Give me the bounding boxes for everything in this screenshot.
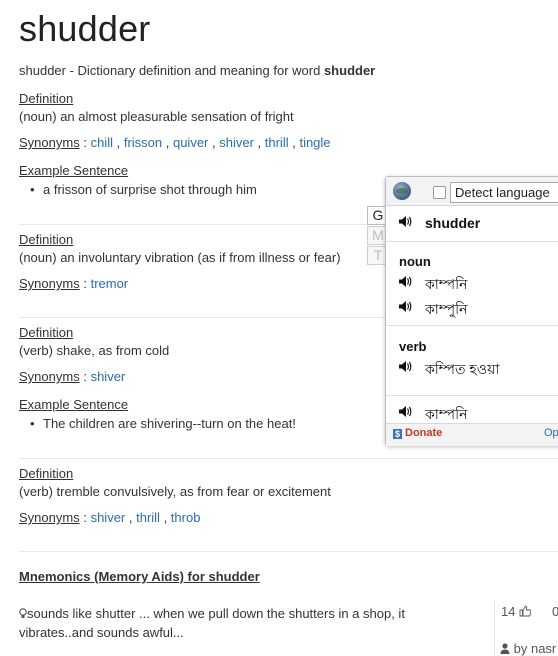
synonyms-row: Synonyms : shiver , thrill , throb (19, 510, 201, 525)
lightbulb-icon (19, 608, 27, 618)
translate-source-word: shudder (425, 215, 481, 231)
popup-divider (386, 325, 558, 326)
page-title: shudder (19, 8, 151, 49)
synonyms-label: Synonyms (19, 135, 80, 150)
definition-text: (verb) shake, as from cold (19, 343, 170, 358)
synonym-link[interactable]: tremor (91, 276, 129, 291)
globe-icon[interactable] (393, 182, 411, 200)
divider (19, 458, 558, 459)
translate-popup: Detect language shudder noun কাম্পনি কাম… (385, 176, 558, 446)
synonym-link[interactable]: shiver (219, 135, 254, 150)
synonym-link[interactable]: thrill (136, 510, 160, 525)
translate-popup-footer: $ Donate Op (386, 423, 558, 446)
synonyms-label: Synonyms (19, 510, 80, 525)
synonym-link[interactable]: quiver (173, 135, 208, 150)
definition-label: Definition (19, 325, 74, 340)
speaker-icon[interactable] (398, 275, 412, 288)
example-sentence: a frisson of surprise shot through him (30, 182, 257, 197)
speaker-icon[interactable] (398, 405, 412, 418)
page-subtitle: shudder - Dictionary definition and mean… (19, 63, 376, 78)
definition-label: Definition (19, 232, 74, 247)
synonyms-row: Synonyms : chill , frisson , quiver , sh… (19, 135, 331, 150)
definition-label: Definition (19, 91, 74, 106)
synonyms-label: Synonyms (19, 369, 80, 384)
donate-icon: $ (393, 429, 402, 439)
example-sentence: The children are shivering--turn on the … (30, 416, 296, 431)
definition-text: (noun) an involuntary vibration (as if f… (19, 250, 341, 265)
translation-item: কাম্পুনি (425, 301, 468, 317)
example-sentence-label: Example Sentence (19, 163, 129, 178)
source-language-select[interactable]: Detect language (450, 182, 558, 203)
synonym-link[interactable]: frisson (124, 135, 162, 150)
donate-link[interactable]: Donate (405, 427, 442, 439)
detect-language-checkbox[interactable] (433, 186, 446, 199)
options-link[interactable]: Op (544, 427, 558, 439)
mnemonics-title: Mnemonics (Memory Aids) for shudder (19, 569, 260, 584)
speaker-icon[interactable] (398, 300, 412, 313)
synonym-link[interactable]: tingle (299, 135, 330, 150)
mnemonic-text: sounds like shutter ... when we pull dow… (19, 606, 405, 640)
user-icon (500, 643, 510, 654)
synonyms-row: Synonyms : tremor (19, 276, 129, 291)
definition-label: Definition (19, 466, 74, 481)
subtitle-word: shudder (323, 63, 376, 78)
vote-count: 14 (501, 604, 532, 619)
synonym-link[interactable]: chill (91, 135, 113, 150)
translation-item: কাম্পনি (425, 276, 468, 292)
pos-verb-label: verb (399, 339, 427, 354)
mnemonic-entry: sounds like shutter ... when we pull dow… (19, 604, 429, 642)
synonyms-row: Synonyms : shiver (19, 369, 126, 384)
speaker-icon[interactable] (398, 215, 412, 228)
mnemonic-author: by nasr (500, 641, 556, 656)
synonym-link[interactable]: shiver (91, 369, 126, 384)
pos-noun-label: noun (399, 254, 431, 269)
synonym-link[interactable]: thrill (265, 135, 289, 150)
vote-divider (494, 600, 495, 656)
translate-popup-header: Detect language (386, 177, 558, 206)
synonyms-label: Synonyms (19, 276, 80, 291)
example-sentence-label: Example Sentence (19, 397, 129, 412)
popup-divider (386, 395, 558, 396)
speaker-icon[interactable] (398, 360, 412, 373)
thumbs-up-icon[interactable] (519, 605, 532, 617)
divider (19, 551, 558, 552)
popup-divider (386, 241, 558, 242)
definition-text: (verb) tremble convulsively, as from fea… (19, 484, 331, 499)
synonym-link[interactable]: throb (171, 510, 201, 525)
synonym-link[interactable]: shiver (91, 510, 126, 525)
translation-item: কম্পিত হওয়া (425, 361, 500, 377)
vote-count-secondary: 0 (552, 604, 558, 619)
definition-text: (noun) an almost pleasurable sensation o… (19, 109, 294, 124)
author-name[interactable]: by nasr (514, 641, 557, 656)
